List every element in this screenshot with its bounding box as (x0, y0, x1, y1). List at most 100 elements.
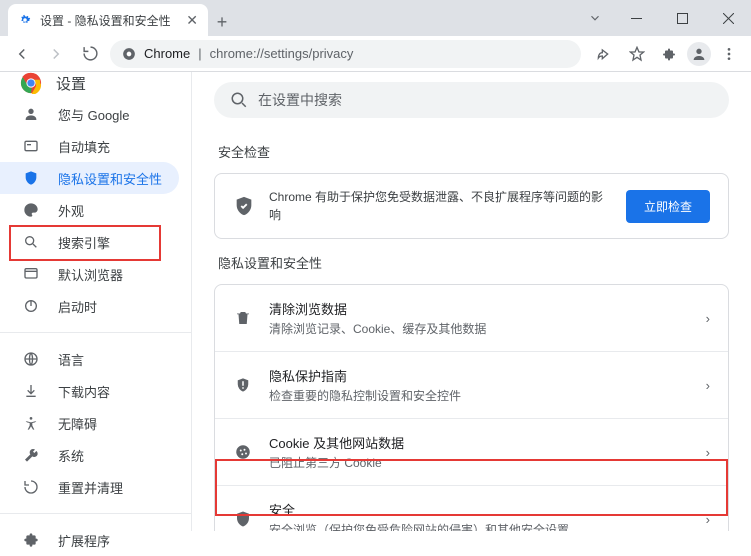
trash-icon (233, 309, 253, 327)
sidebar-item-extensions[interactable]: 扩展程序 (0, 524, 191, 556)
url-separator: | (198, 46, 201, 61)
cookie-icon (233, 443, 253, 461)
window-minimize-button[interactable] (613, 0, 659, 36)
sidebar-item-label: 无障碍 (58, 414, 97, 433)
power-icon (22, 298, 40, 314)
sidebar-item-search[interactable]: 搜索引擎 (0, 226, 191, 258)
row-title: 清除浏览数据 (269, 299, 690, 318)
privacy-settings-card: 清除浏览数据清除浏览记录、Cookie、缓存及其他数据 › 隐私保护指南检查重要… (214, 284, 729, 531)
window-close-button[interactable] (705, 0, 751, 36)
sidebar-item-reset[interactable]: 重置并清理 (0, 471, 191, 503)
row-subtitle: 清除浏览记录、Cookie、缓存及其他数据 (269, 320, 690, 337)
settings-main-panel: 在设置中搜索 安全检查 Chrome 有助于保护您免受数据泄露、不良扩展程序等问… (192, 72, 751, 531)
browser-tab-active[interactable]: 设置 - 隐私设置和安全性 ✕ (8, 4, 208, 36)
sidebar-item-label: 外观 (58, 201, 84, 220)
back-button[interactable] (8, 40, 36, 68)
sidebar-item-accessibility[interactable]: 无障碍 (0, 407, 191, 439)
sidebar-item-you-and-google[interactable]: 您与 Google (0, 98, 191, 130)
row-cookies[interactable]: Cookie 及其他网站数据已阻止第三方 Cookie › (215, 418, 728, 485)
wrench-icon (22, 447, 40, 463)
sidebar-item-default-browser[interactable]: 默认浏览器 (0, 258, 191, 290)
shield-check-icon (233, 195, 255, 217)
tab-close-button[interactable]: ✕ (186, 12, 198, 29)
profile-avatar[interactable] (687, 42, 711, 66)
window-maximize-button[interactable] (659, 0, 705, 36)
sidebar-item-label: 您与 Google (58, 105, 130, 124)
settings-header: 设置 (0, 72, 191, 94)
tab-title: 设置 - 隐私设置和安全性 (40, 12, 178, 29)
settings-search-input[interactable]: 在设置中搜索 (214, 82, 729, 118)
sidebar-item-label: 默认浏览器 (58, 265, 123, 284)
chrome-icon (122, 47, 136, 61)
new-tab-button[interactable]: + (208, 8, 236, 36)
browser-icon (22, 266, 40, 282)
sidebar-item-label: 重置并清理 (58, 478, 123, 497)
address-bar[interactable]: Chrome | chrome://settings/privacy (110, 40, 581, 68)
chevron-right-icon: › (706, 311, 710, 326)
shield-icon (22, 170, 40, 186)
search-icon (230, 91, 248, 109)
row-subtitle: 检查重要的隐私控制设置和安全控件 (269, 387, 690, 404)
accessibility-icon (22, 415, 40, 431)
row-privacy-guide[interactable]: 隐私保护指南检查重要的隐私控制设置和安全控件 › (215, 351, 728, 418)
forward-button[interactable] (42, 40, 70, 68)
row-title: 安全 (269, 500, 690, 519)
sidebar-item-autofill[interactable]: 自动填充 (0, 130, 191, 162)
sidebar-item-label: 系统 (58, 446, 84, 465)
sidebar-item-label: 启动时 (58, 297, 97, 316)
browser-toolbar: Chrome | chrome://settings/privacy (0, 36, 751, 72)
sidebar-item-appearance[interactable]: 外观 (0, 194, 191, 226)
search-placeholder: 在设置中搜索 (258, 90, 342, 110)
row-subtitle: 安全浏览（保护您免受危险网站的侵害）和其他安全设置 (269, 521, 690, 531)
sidebar-item-privacy[interactable]: 隐私设置和安全性 (0, 162, 179, 194)
palette-icon (22, 202, 40, 218)
restore-icon (22, 479, 40, 495)
search-icon (22, 234, 40, 250)
row-subtitle: 已阻止第三方 Cookie (269, 454, 690, 471)
safety-check-card: Chrome 有助于保护您免受数据泄露、不良扩展程序等问题的影响 立即检查 (214, 173, 729, 239)
row-title: Cookie 及其他网站数据 (269, 433, 690, 452)
kebab-menu-icon[interactable] (715, 40, 743, 68)
sidebar-item-startup[interactable]: 启动时 (0, 290, 191, 322)
sidebar-item-label: 搜索引擎 (58, 233, 110, 252)
reload-button[interactable] (76, 40, 104, 68)
settings-title: 设置 (56, 73, 86, 94)
puzzle-icon (22, 532, 40, 548)
autofill-icon (22, 138, 40, 154)
sidebar-divider (0, 332, 191, 333)
window-titlebar: 设置 - 隐私设置和安全性 ✕ + (0, 0, 751, 36)
settings-sidebar: 设置 您与 Google 自动填充 隐私设置和安全性 外观 搜索引擎 (0, 72, 192, 531)
chevron-right-icon: › (706, 378, 710, 393)
sidebar-item-downloads[interactable]: 下载内容 (0, 375, 191, 407)
extensions-icon[interactable] (655, 40, 683, 68)
share-icon[interactable] (591, 40, 619, 68)
sidebar-item-languages[interactable]: 语言 (0, 343, 191, 375)
download-icon (22, 383, 40, 399)
sidebar-item-label: 隐私设置和安全性 (58, 169, 162, 188)
sidebar-item-label: 扩展程序 (58, 531, 110, 550)
sidebar-item-label: 语言 (58, 350, 84, 369)
bookmark-icon[interactable] (623, 40, 651, 68)
section-heading-safety: 安全检查 (218, 142, 729, 161)
row-security[interactable]: 安全安全浏览（保护您免受危险网站的侵害）和其他安全设置 › (215, 485, 728, 531)
sidebar-item-label: 自动填充 (58, 137, 110, 156)
chevron-right-icon: › (706, 512, 710, 527)
chevron-right-icon: › (706, 445, 710, 460)
section-heading-privacy: 隐私设置和安全性 (218, 253, 729, 272)
sidebar-item-label: 下载内容 (58, 382, 110, 401)
safety-check-button[interactable]: 立即检查 (626, 190, 710, 223)
row-clear-browsing-data[interactable]: 清除浏览数据清除浏览记录、Cookie、缓存及其他数据 › (215, 285, 728, 351)
chrome-logo-icon (20, 72, 42, 94)
url-path: chrome://settings/privacy (210, 46, 354, 61)
sidebar-divider (0, 513, 191, 514)
shield-guide-icon (233, 376, 253, 394)
gear-icon (18, 13, 32, 27)
person-icon (22, 106, 40, 122)
globe-icon (22, 351, 40, 367)
sidebar-item-system[interactable]: 系统 (0, 439, 191, 471)
security-shield-icon (233, 510, 253, 528)
safety-description: Chrome 有助于保护您免受数据泄露、不良扩展程序等问题的影响 (269, 188, 612, 224)
row-title: 隐私保护指南 (269, 366, 690, 385)
url-host: Chrome (144, 46, 190, 61)
chevron-down-icon[interactable] (577, 0, 613, 36)
